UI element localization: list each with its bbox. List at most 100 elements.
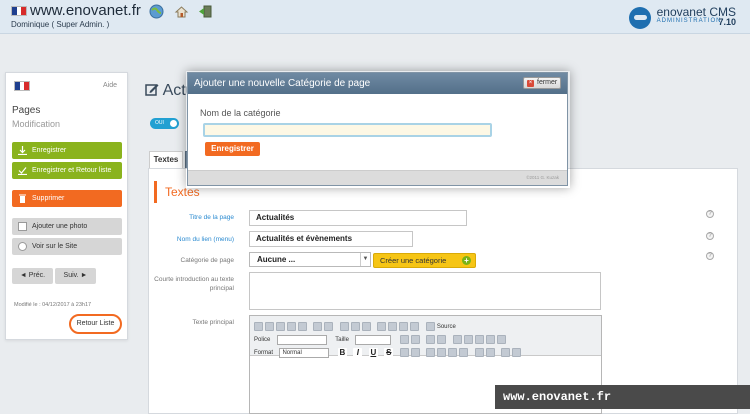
modal-copyright: ©2011 G. Kuzak bbox=[526, 175, 559, 180]
subscript-icon[interactable] bbox=[426, 335, 436, 345]
previous-button[interactable]: ◄ Préc. bbox=[12, 268, 53, 284]
title-input[interactable]: Actualités bbox=[249, 210, 467, 226]
format-label: Format bbox=[254, 349, 274, 356]
maximize-icon[interactable] bbox=[501, 348, 511, 358]
table-icon[interactable] bbox=[399, 322, 409, 332]
trash-icon bbox=[19, 194, 26, 203]
save-and-return-label: Enregistrer et Retour liste bbox=[32, 167, 112, 174]
link-name-label: Nom du lien (menu) bbox=[176, 236, 234, 243]
next-button[interactable]: Suiv. ► bbox=[55, 268, 96, 284]
close-icon: × bbox=[527, 80, 534, 87]
logout-icon[interactable] bbox=[198, 4, 213, 19]
unlink-icon[interactable] bbox=[485, 348, 495, 358]
chevron-down-icon: ▼ bbox=[360, 253, 370, 266]
help-link[interactable]: Aide bbox=[103, 82, 117, 89]
add-photo-label: Ajouter une photo bbox=[32, 223, 88, 230]
save-button[interactable]: Enregistrer bbox=[12, 142, 122, 159]
editor-toolbar-row: Police Taille bbox=[254, 331, 508, 345]
modal-title: Ajouter une nouvelle Catégorie de page bbox=[194, 78, 371, 89]
justify-icon[interactable] bbox=[459, 348, 469, 358]
create-category-button[interactable]: Créer une catégorie + bbox=[373, 253, 476, 268]
cut-icon[interactable] bbox=[254, 322, 263, 332]
eraser-icon[interactable] bbox=[410, 322, 420, 332]
category-select-value: Aucune ... bbox=[257, 255, 296, 264]
hr-icon[interactable] bbox=[463, 335, 473, 345]
image-icon bbox=[18, 222, 27, 231]
redo-icon[interactable] bbox=[324, 322, 334, 332]
align-center-icon[interactable] bbox=[437, 348, 447, 358]
flash-icon[interactable] bbox=[388, 322, 398, 332]
align-right-icon[interactable] bbox=[448, 348, 458, 358]
view-on-site-button[interactable]: Voir sur le Site bbox=[12, 238, 122, 255]
image-icon[interactable] bbox=[377, 322, 387, 332]
help-icon[interactable]: ? bbox=[706, 252, 714, 260]
category-name-input[interactable] bbox=[203, 123, 492, 137]
download-icon bbox=[18, 146, 27, 155]
underline-button[interactable]: U bbox=[368, 348, 378, 358]
font-label: Police bbox=[254, 336, 271, 343]
tab-textes[interactable]: Textes bbox=[149, 151, 183, 169]
main-text-label: Texte principal bbox=[192, 319, 234, 326]
smiley-icon[interactable] bbox=[474, 335, 484, 345]
paste-text-icon[interactable] bbox=[287, 322, 296, 332]
help-icon[interactable]: ? bbox=[706, 232, 714, 240]
spellcheck-icon[interactable] bbox=[339, 322, 349, 332]
title-label: Titre de la page bbox=[189, 214, 234, 221]
category-label: Catégorie de page bbox=[180, 257, 235, 264]
modified-date: Modifié le : 04/12/2017 à 23h17 bbox=[14, 302, 92, 308]
italic-button[interactable]: I bbox=[353, 348, 363, 358]
format-select[interactable]: Normal bbox=[279, 347, 330, 358]
size-label: Taille bbox=[335, 336, 349, 343]
view-on-site-label: Voir sur le Site bbox=[32, 243, 78, 250]
save-and-return-button[interactable]: Enregistrer et Retour liste bbox=[12, 162, 122, 179]
help-icon[interactable]: ? bbox=[706, 210, 714, 218]
sidebar-title: Pages bbox=[12, 105, 41, 116]
site-url[interactable]: www.enovanet.fr bbox=[30, 2, 141, 19]
strike-button[interactable]: S bbox=[384, 348, 394, 358]
paste-icon[interactable] bbox=[276, 322, 285, 332]
bold-button[interactable]: B bbox=[337, 348, 347, 358]
online-toggle[interactable]: OUI bbox=[150, 118, 179, 129]
back-to-list-button[interactable]: Retour Liste bbox=[69, 314, 122, 334]
home-icon[interactable] bbox=[174, 4, 189, 19]
watermark: www.enovanet.fr bbox=[495, 385, 750, 409]
edit-icon bbox=[145, 84, 159, 96]
text-color-icon[interactable] bbox=[399, 335, 409, 345]
superscript-icon[interactable] bbox=[437, 335, 447, 345]
align-left-icon[interactable] bbox=[426, 348, 436, 358]
french-flag-icon[interactable] bbox=[11, 6, 27, 16]
delete-button[interactable]: Supprimer bbox=[12, 190, 122, 207]
link-icon[interactable] bbox=[474, 348, 484, 358]
enovanet-logo-icon bbox=[628, 7, 651, 29]
current-user: Dominique ( Super Admin. ) bbox=[11, 20, 110, 29]
paste-word-icon[interactable] bbox=[298, 322, 307, 332]
replace-icon[interactable] bbox=[361, 322, 371, 332]
undo-icon[interactable] bbox=[313, 322, 323, 332]
bullet-list-icon[interactable] bbox=[410, 348, 420, 358]
link-name-input[interactable]: Actualités et évènements bbox=[249, 231, 413, 247]
special-char-icon[interactable] bbox=[485, 335, 495, 345]
copy-icon[interactable] bbox=[265, 322, 274, 332]
find-icon[interactable] bbox=[350, 322, 360, 332]
pagebreak-icon[interactable] bbox=[496, 335, 506, 345]
french-flag-icon[interactable] bbox=[14, 81, 30, 91]
plus-icon: + bbox=[462, 256, 471, 265]
brand: enovanet CMS ADMINISTRATION 7.10 bbox=[628, 5, 736, 29]
source-icon[interactable] bbox=[425, 322, 435, 332]
source-label[interactable]: Source bbox=[437, 324, 456, 330]
globe-icon[interactable] bbox=[149, 4, 164, 19]
sidebar: Aide Pages Modification Enregistrer Enre… bbox=[5, 72, 128, 340]
top-bar: www.enovanet.fr Dominique ( Super Admin.… bbox=[0, 0, 750, 34]
sidebar-subtitle: Modification bbox=[12, 119, 61, 129]
anchor-icon[interactable] bbox=[452, 335, 462, 345]
modal-footer: ©2011 G. Kuzak bbox=[188, 170, 567, 185]
bg-color-icon[interactable] bbox=[410, 335, 420, 345]
modal-close-button[interactable]: × fermer bbox=[523, 77, 561, 89]
intro-label: Courte introduction au texte principal bbox=[154, 276, 234, 292]
add-photo-button[interactable]: Ajouter une photo bbox=[12, 218, 122, 235]
intro-textarea[interactable] bbox=[249, 272, 601, 310]
category-select[interactable]: Aucune ... ▼ bbox=[249, 252, 371, 267]
about-icon[interactable] bbox=[512, 348, 522, 358]
numbered-list-icon[interactable] bbox=[399, 348, 409, 358]
modal-save-button[interactable]: Enregistrer bbox=[205, 142, 260, 156]
